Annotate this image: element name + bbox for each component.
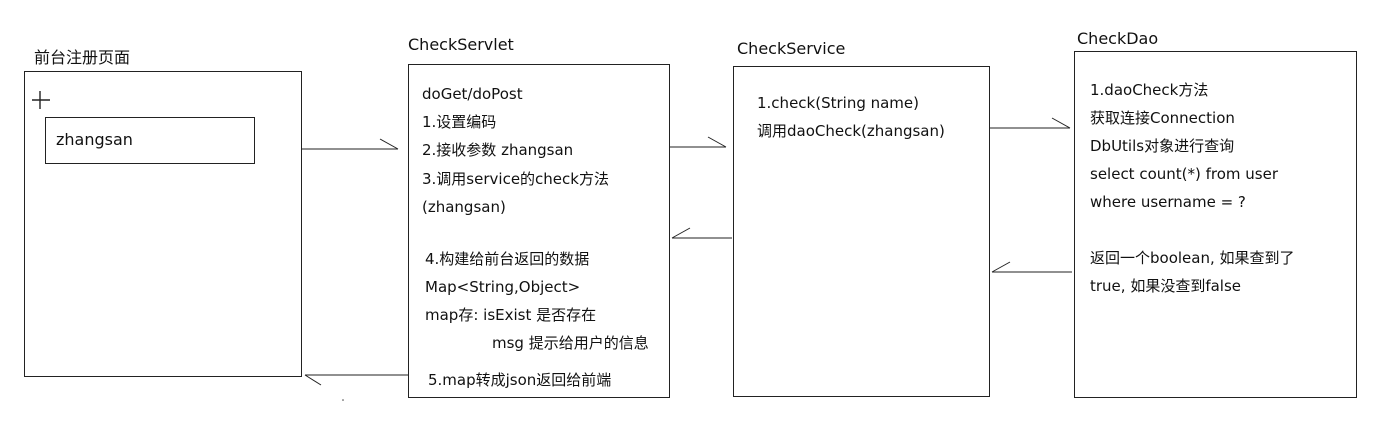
service-line: 1.check(String name): [757, 94, 920, 112]
dao-line: where username = ?: [1090, 193, 1246, 211]
dao-line: 返回一个boolean, 如果查到了: [1090, 249, 1295, 267]
arrow-servlet-to-service: [670, 136, 727, 148]
service-title: CheckService: [737, 39, 846, 58]
arrow-dao-to-service: [991, 261, 1072, 273]
dao-line: select count(*) from user: [1090, 165, 1279, 183]
servlet-title: CheckServlet: [408, 35, 514, 54]
servlet-line: 1.设置编码: [422, 113, 497, 131]
service-line: 调用daoCheck(zhangsan): [757, 122, 945, 140]
service-box: [733, 66, 990, 397]
servlet-line: msg 提示给用户的信息: [492, 334, 649, 352]
dao-line: true, 如果没查到false: [1090, 277, 1242, 295]
servlet-line: 3.调用service的check方法: [422, 170, 609, 188]
servlet-line: doGet/doPost: [422, 85, 523, 103]
dao-title: CheckDao: [1077, 29, 1159, 48]
arrow-servlet-to-frontend: [304, 374, 408, 386]
username-input[interactable]: zhangsan: [45, 117, 255, 164]
crosshair-cursor-icon: [32, 91, 50, 109]
servlet-line: (zhangsan): [422, 198, 506, 216]
servlet-line: 4.构建给前台返回的数据: [425, 250, 590, 268]
dao-box: [1074, 51, 1357, 398]
servlet-line: 5.map转成json返回给前端: [428, 371, 612, 389]
servlet-line: map存: isExist 是否存在: [425, 306, 597, 324]
dao-line: 1.daoCheck方法: [1090, 81, 1209, 99]
arrow-service-to-servlet: [671, 227, 732, 239]
frontend-title: 前台注册页面: [34, 48, 131, 67]
servlet-line: Map<String,Object>: [425, 278, 581, 296]
dao-line: DbUtils对象进行查询: [1090, 137, 1235, 155]
dao-line: 获取连接Connection: [1090, 109, 1235, 127]
arrow-service-to-dao: [990, 117, 1071, 129]
servlet-line: 2.接收参数 zhangsan: [422, 141, 574, 159]
